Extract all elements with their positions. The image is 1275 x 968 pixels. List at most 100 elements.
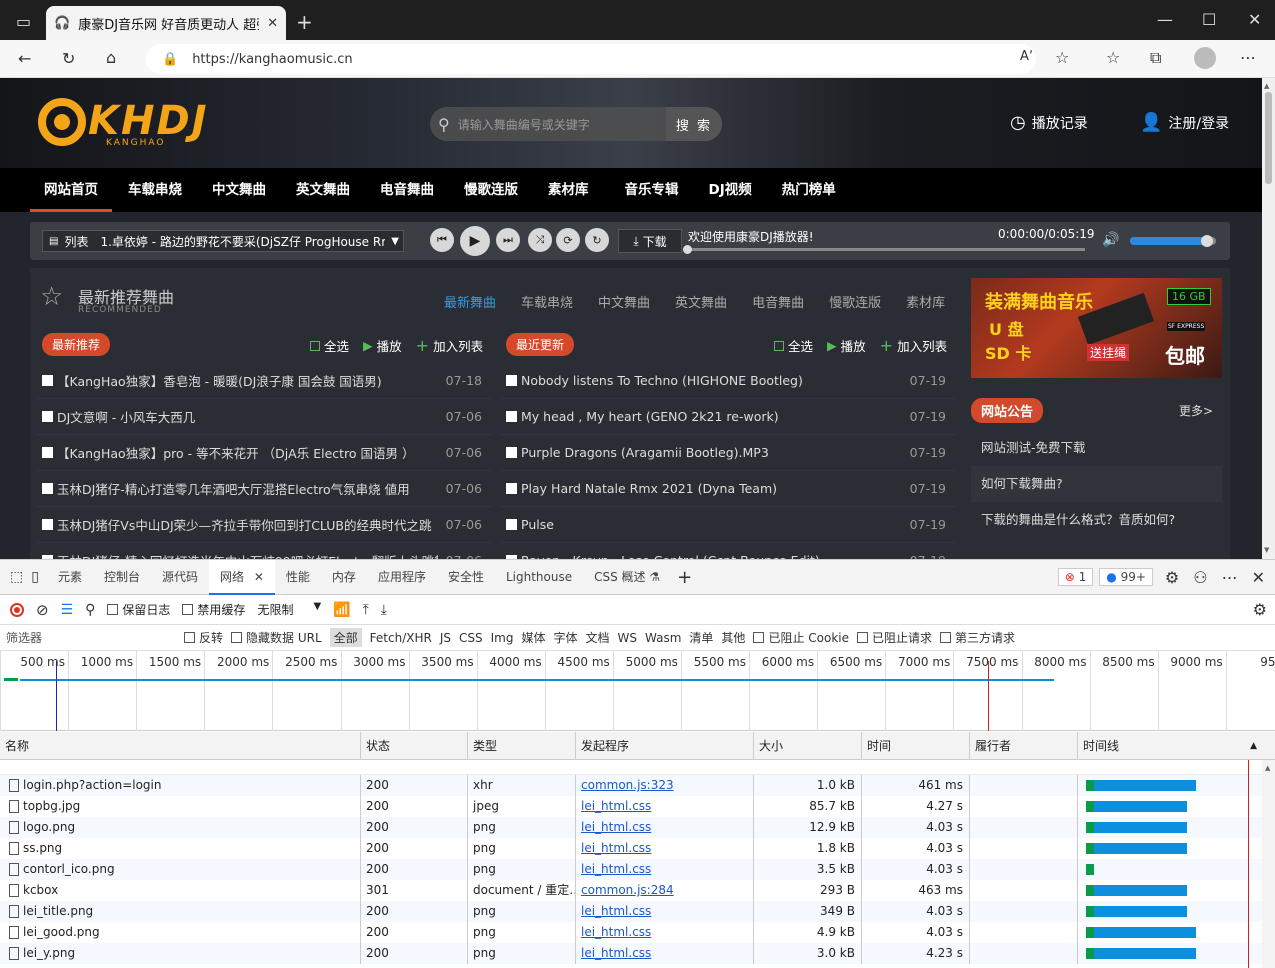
nav-item-car[interactable]: 车载串烧 <box>114 168 196 212</box>
progress-handle[interactable] <box>683 245 692 254</box>
column-type[interactable]: 类型 <box>468 732 576 759</box>
song-row[interactable]: DJ文意啊 - 小风车大西几 07-06 <box>36 399 492 435</box>
request-waterfall[interactable] <box>1078 880 1263 901</box>
playlist-select[interactable]: ▤ 列表 1.卓依婷 - 路边的野花不要采(DjSZ仔 ProgHouse Rm… <box>42 230 404 252</box>
type-filter-ws[interactable]: WS <box>618 631 637 645</box>
throttle-select[interactable]: 无限制 ▼ <box>257 601 321 618</box>
tab-performance[interactable]: 性能 <box>275 560 321 595</box>
export-icon[interactable]: ⤓ <box>381 602 387 618</box>
type-filter-font[interactable]: 字体 <box>553 629 577 646</box>
type-filter-css[interactable]: CSS <box>459 631 483 645</box>
scroll-down-icon[interactable]: ▼ <box>1264 546 1269 554</box>
network-conditions-icon[interactable]: 📶 <box>333 602 350 618</box>
nav-item-electronic[interactable]: 电音舞曲 <box>366 168 448 212</box>
download-button[interactable]: ⤓ 下载 <box>618 229 682 253</box>
message-count[interactable]: ● 99+ <box>1099 568 1153 586</box>
profile-avatar[interactable] <box>1194 47 1216 69</box>
type-filter-doc[interactable]: 文档 <box>586 629 610 646</box>
favorites-icon[interactable]: ☆ <box>1106 48 1120 67</box>
type-filter-js[interactable]: JS <box>440 631 451 645</box>
request-waterfall[interactable] <box>1078 922 1263 943</box>
tab-actions-icon[interactable]: ▭ <box>16 12 31 31</box>
back-icon[interactable]: ← <box>18 49 31 68</box>
song-row[interactable]: Pulse 07-19 <box>500 507 956 543</box>
request-row[interactable]: lei_title.png 200 png lei_html.css 349 B 4.03… <box>0 901 1275 922</box>
request-waterfall[interactable] <box>1078 775 1263 796</box>
column-fulfilled-by[interactable]: 履行者 <box>970 732 1078 759</box>
request-name[interactable]: login.php?action=login <box>23 775 161 796</box>
song-title[interactable]: Nobody listens To Techno (HIGHONE Bootle… <box>521 373 902 388</box>
repeat-icon[interactable]: ⟳ <box>556 228 580 252</box>
column-time[interactable]: 时间 <box>862 732 970 759</box>
request-name[interactable]: lei_good.png <box>23 922 100 943</box>
song-title[interactable]: 【KangHao独家】香皂泡 - 暖暖(DJ浪子康 国会鼓 国语男) <box>57 371 438 390</box>
song-checkbox[interactable] <box>506 483 517 494</box>
settings-icon[interactable]: ⚙ <box>1165 568 1179 587</box>
history-link[interactable]: ◷ 播放记录 <box>1010 112 1088 133</box>
song-title[interactable]: 玉林DJ猪仔-精心回忆打造当年中山石岐99吧必打Electro翻版上头跳舞 <box>57 551 438 559</box>
maximize-icon[interactable]: ☐ <box>1202 10 1216 29</box>
blocked-cookies-checkbox[interactable]: 已阻止 Cookie <box>753 629 849 646</box>
request-initiator-link[interactable]: lei_html.css <box>581 841 651 855</box>
category-tab-car[interactable]: 车载串烧 <box>521 292 573 311</box>
scroll-up-icon[interactable]: ▲ <box>1265 764 1270 772</box>
song-row[interactable]: 玉林DJ猪仔-精心打造零几年酒吧大厅混搭Electro气氛串烧 値用 07-06 <box>36 471 492 507</box>
request-waterfall[interactable] <box>1078 796 1263 817</box>
tab-network[interactable]: 网络 ✕ <box>209 559 275 595</box>
category-tab-material[interactable]: 素材库 <box>906 292 945 311</box>
blocked-requests-checkbox[interactable]: 已阻止请求 <box>856 629 932 646</box>
add-to-list-button[interactable]: + 加入列表 <box>416 336 483 355</box>
search-button[interactable]: 搜 索 <box>666 107 722 141</box>
song-row[interactable]: 【KangHao独家】香皂泡 - 暖暖(DJ浪子康 国会鼓 国语男) 07-18 <box>36 363 492 399</box>
column-name[interactable]: 名称 <box>0 732 361 759</box>
nav-item-album[interactable]: 音乐专辑 <box>611 168 693 212</box>
scroll-thumb[interactable] <box>1265 92 1272 184</box>
import-icon[interactable]: ⤒ <box>363 602 369 618</box>
song-row[interactable]: 【KangHao独家】pro - 等不来花开 （DjA乐 Electro 国语男… <box>36 435 492 471</box>
play-icon[interactable]: ▶ <box>460 226 490 256</box>
category-tab-latest[interactable]: 最新舞曲 <box>444 292 496 311</box>
request-row[interactable]: kcbox 301 document / 重定… common.js:284 293 B… <box>0 880 1275 901</box>
request-initiator-link[interactable]: lei_html.css <box>581 862 651 876</box>
tab-lighthouse[interactable]: Lighthouse <box>495 560 583 595</box>
song-row[interactable]: Raven - Krevn - Lose Control (Ccpt Bounc… <box>500 543 956 559</box>
lock-icon[interactable]: 🔒 <box>162 52 178 67</box>
request-initiator-link[interactable]: lei_html.css <box>581 904 651 918</box>
song-checkbox[interactable] <box>42 483 53 494</box>
song-row[interactable]: Play Hard Natale Rmx 2021 (Dyna Team) 07-… <box>500 471 956 507</box>
notice-item[interactable]: 网站测试-免费下载 <box>971 430 1222 466</box>
nav-item-material[interactable]: 素材库 <box>534 168 603 212</box>
add-to-list-button[interactable]: + 加入列表 <box>880 336 947 355</box>
request-row[interactable]: contorl_ico.png 200 png lei_html.css 3.5 kB 4… <box>0 859 1275 880</box>
song-checkbox[interactable] <box>42 447 53 458</box>
type-filter-media[interactable]: 媒体 <box>521 629 545 646</box>
read-aloud-icon[interactable]: Aʼ <box>1020 49 1033 64</box>
search-icon[interactable]: ⚲ <box>85 602 95 618</box>
preserve-log-checkbox[interactable]: 保留日志 <box>107 601 170 618</box>
request-name[interactable]: logo.png <box>23 817 75 838</box>
song-row[interactable]: My head , My heart (GENO 2k21 re-work) 07… <box>500 399 956 435</box>
close-window-icon[interactable]: ✕ <box>1248 10 1261 29</box>
close-tab-icon[interactable]: ✕ <box>254 570 264 584</box>
category-tab-electronic[interactable]: 电音舞曲 <box>752 292 804 311</box>
nav-item-home[interactable]: 网站首页 <box>30 168 112 212</box>
inspect-icon[interactable]: ⬚ <box>10 569 23 585</box>
tab-security[interactable]: 安全性 <box>437 560 495 595</box>
type-filter-img[interactable]: Img <box>491 631 514 645</box>
site-logo[interactable]: KHDJ KANGHAO <box>36 96 246 152</box>
select-all-button[interactable]: 全选 <box>774 336 813 355</box>
request-waterfall[interactable] <box>1078 817 1263 838</box>
error-count[interactable]: ⊗ 1 <box>1057 568 1094 586</box>
close-devtools-icon[interactable]: ✕ <box>1252 568 1265 587</box>
login-link[interactable]: 👤 注册/登录 <box>1140 112 1229 133</box>
song-title[interactable]: DJ文意啊 - 小风车大西几 <box>57 407 438 426</box>
browser-tab[interactable]: 🎧 康豪DJ音乐网 好音质更动人 超强 ✕ <box>46 6 286 40</box>
request-name[interactable]: contorl_ico.png <box>23 859 115 880</box>
request-waterfall[interactable] <box>1078 901 1263 922</box>
request-row[interactable]: lei_y.png 200 png lei_html.css 3.0 kB 4.23 s <box>0 943 1275 964</box>
page-scrollbar[interactable]: ▲ ▼ <box>1262 78 1275 559</box>
song-row[interactable]: 玉林DJ猪仔Vs中山DJ荣少—齐拉手带你回到打CLUB的经典时代之跳 07-06 <box>36 507 492 543</box>
disable-cache-checkbox[interactable]: 禁用缓存 <box>182 601 245 618</box>
song-checkbox[interactable] <box>42 375 53 386</box>
song-checkbox[interactable] <box>42 519 53 530</box>
